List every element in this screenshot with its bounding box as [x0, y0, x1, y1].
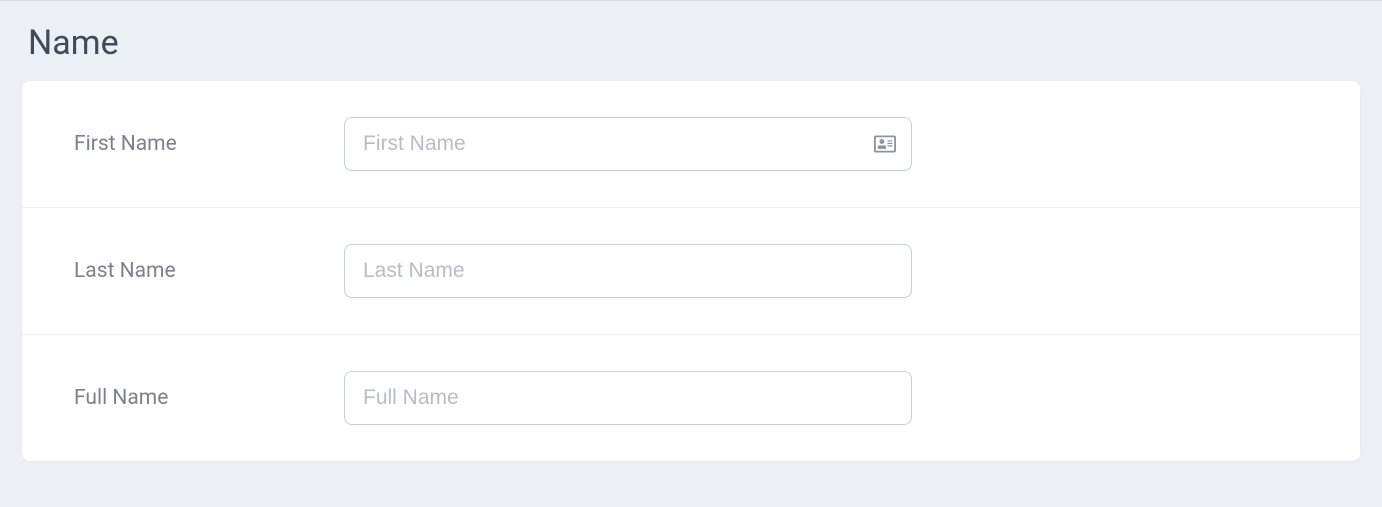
first-name-input-wrap	[344, 117, 912, 171]
last-name-row: Last Name	[22, 208, 1360, 335]
last-name-label: Last Name	[74, 259, 344, 283]
last-name-input[interactable]	[344, 244, 912, 298]
full-name-row: Full Name	[22, 335, 1360, 461]
full-name-label: Full Name	[74, 386, 344, 410]
full-name-input[interactable]	[344, 371, 912, 425]
last-name-input-wrap	[344, 244, 912, 298]
first-name-input[interactable]	[344, 117, 912, 171]
page-title: Name	[0, 1, 1382, 81]
first-name-row: First Name	[22, 81, 1360, 208]
first-name-label: First Name	[74, 132, 344, 156]
name-form-card: First Name Last Name Full Name	[22, 81, 1360, 461]
full-name-input-wrap	[344, 371, 912, 425]
id-card-icon	[874, 134, 896, 154]
